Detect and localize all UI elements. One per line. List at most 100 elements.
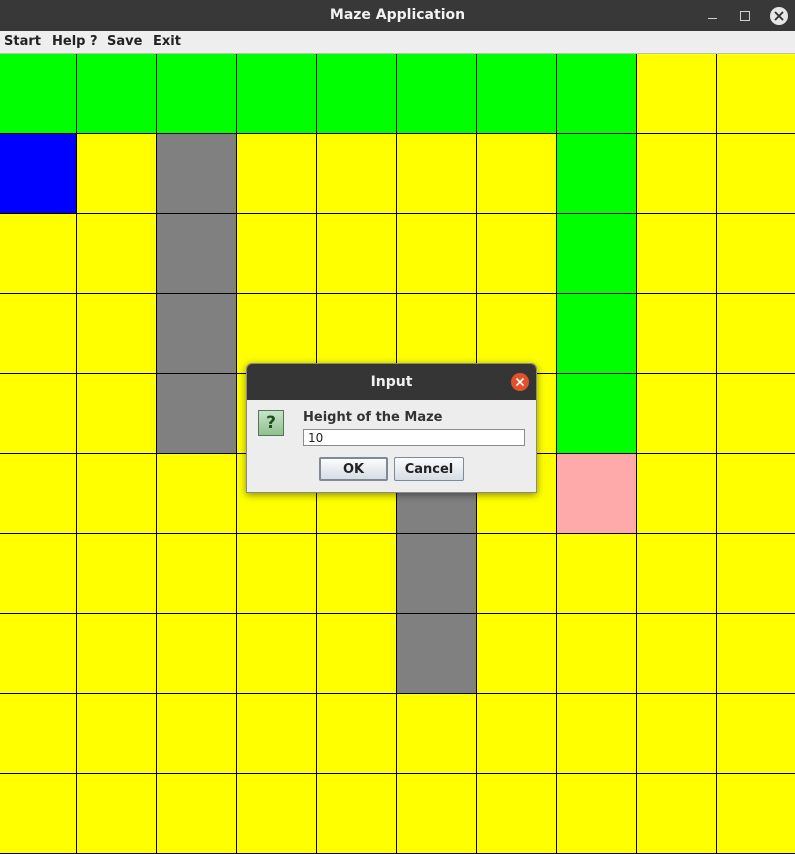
maze-cell[interactable] — [637, 534, 717, 614]
ok-button[interactable]: OK — [319, 457, 388, 481]
maze-cell[interactable] — [0, 374, 77, 454]
maze-cell[interactable] — [717, 54, 795, 134]
maze-cell[interactable] — [717, 134, 795, 214]
maze-cell[interactable] — [397, 294, 477, 374]
maze-cell[interactable] — [0, 54, 77, 134]
maze-cell[interactable] — [637, 134, 717, 214]
maze-cell[interactable] — [157, 774, 237, 854]
maze-cell[interactable] — [0, 134, 77, 214]
maze-cell[interactable] — [317, 134, 397, 214]
maze-cell[interactable] — [477, 614, 557, 694]
maze-cell[interactable] — [77, 374, 157, 454]
maze-cell[interactable] — [637, 374, 717, 454]
maze-cell[interactable] — [77, 454, 157, 534]
maze-cell[interactable] — [77, 534, 157, 614]
maze-cell[interactable] — [557, 134, 637, 214]
maze-cell[interactable] — [717, 374, 795, 454]
maze-cell[interactable] — [237, 694, 317, 774]
maze-cell[interactable] — [157, 454, 237, 534]
maze-cell[interactable] — [397, 214, 477, 294]
maze-cell[interactable] — [317, 294, 397, 374]
menu-exit[interactable]: Exit — [153, 31, 181, 53]
maze-cell[interactable] — [317, 214, 397, 294]
maze-cell[interactable] — [397, 54, 477, 134]
maze-cell[interactable] — [237, 214, 317, 294]
menu-save[interactable]: Save — [107, 31, 142, 53]
maze-cell[interactable] — [477, 694, 557, 774]
maze-cell[interactable] — [557, 54, 637, 134]
close-window-button[interactable] — [764, 0, 794, 31]
maze-cell[interactable] — [717, 214, 795, 294]
maze-cell[interactable] — [637, 694, 717, 774]
maze-cell[interactable] — [237, 294, 317, 374]
maze-cell[interactable] — [77, 134, 157, 214]
maze-cell[interactable] — [317, 614, 397, 694]
maze-cell[interactable] — [77, 294, 157, 374]
maze-cell[interactable] — [477, 54, 557, 134]
maze-cell[interactable] — [557, 374, 637, 454]
maze-cell[interactable] — [397, 534, 477, 614]
maximize-button[interactable] — [730, 0, 760, 31]
maze-cell[interactable] — [317, 54, 397, 134]
maze-cell[interactable] — [637, 214, 717, 294]
maze-cell[interactable] — [717, 614, 795, 694]
maze-cell[interactable] — [557, 534, 637, 614]
maze-cell[interactable] — [77, 214, 157, 294]
maze-cell[interactable] — [237, 534, 317, 614]
maze-cell[interactable] — [77, 54, 157, 134]
maze-cell[interactable] — [557, 614, 637, 694]
maze-cell[interactable] — [157, 374, 237, 454]
cancel-button[interactable]: Cancel — [394, 457, 464, 481]
maze-cell[interactable] — [717, 294, 795, 374]
maze-cell[interactable] — [717, 694, 795, 774]
maze-cell[interactable] — [157, 134, 237, 214]
maze-cell[interactable] — [0, 454, 77, 534]
maze-cell[interactable] — [637, 454, 717, 534]
maze-cell[interactable] — [637, 294, 717, 374]
maze-cell[interactable] — [637, 774, 717, 854]
maze-cell[interactable] — [717, 774, 795, 854]
maze-cell[interactable] — [0, 694, 77, 774]
minimize-button[interactable] — [697, 0, 727, 31]
maze-height-input[interactable] — [303, 429, 525, 446]
maze-cell[interactable] — [477, 214, 557, 294]
maze-cell[interactable] — [0, 614, 77, 694]
maze-cell[interactable] — [0, 294, 77, 374]
maze-cell[interactable] — [157, 294, 237, 374]
maze-cell[interactable] — [557, 214, 637, 294]
maze-cell[interactable] — [157, 694, 237, 774]
maze-cell[interactable] — [557, 294, 637, 374]
maze-cell[interactable] — [157, 54, 237, 134]
maze-cell[interactable] — [397, 694, 477, 774]
maze-cell[interactable] — [157, 214, 237, 294]
maze-cell[interactable] — [157, 534, 237, 614]
maze-cell[interactable] — [477, 774, 557, 854]
menu-help[interactable]: Help ? — [52, 31, 98, 53]
maze-cell[interactable] — [477, 534, 557, 614]
maze-cell[interactable] — [717, 534, 795, 614]
maze-cell[interactable] — [0, 214, 77, 294]
maze-cell[interactable] — [237, 54, 317, 134]
maze-cell[interactable] — [397, 774, 477, 854]
maze-cell[interactable] — [477, 294, 557, 374]
maze-cell[interactable] — [237, 614, 317, 694]
maze-cell[interactable] — [237, 134, 317, 214]
maze-cell[interactable] — [237, 774, 317, 854]
maze-cell[interactable] — [637, 614, 717, 694]
maze-cell[interactable] — [717, 454, 795, 534]
maze-cell[interactable] — [397, 134, 477, 214]
maze-cell[interactable] — [557, 454, 637, 534]
maze-cell[interactable] — [397, 614, 477, 694]
maze-cell[interactable] — [477, 134, 557, 214]
maze-cell[interactable] — [0, 534, 77, 614]
dialog-close-button[interactable] — [511, 373, 529, 391]
maze-cell[interactable] — [317, 694, 397, 774]
maze-cell[interactable] — [77, 614, 157, 694]
maze-cell[interactable] — [317, 534, 397, 614]
menu-start[interactable]: Start — [4, 31, 41, 53]
maze-cell[interactable] — [317, 774, 397, 854]
maze-cell[interactable] — [637, 54, 717, 134]
maze-cell[interactable] — [77, 774, 157, 854]
maze-cell[interactable] — [77, 694, 157, 774]
maze-cell[interactable] — [557, 694, 637, 774]
